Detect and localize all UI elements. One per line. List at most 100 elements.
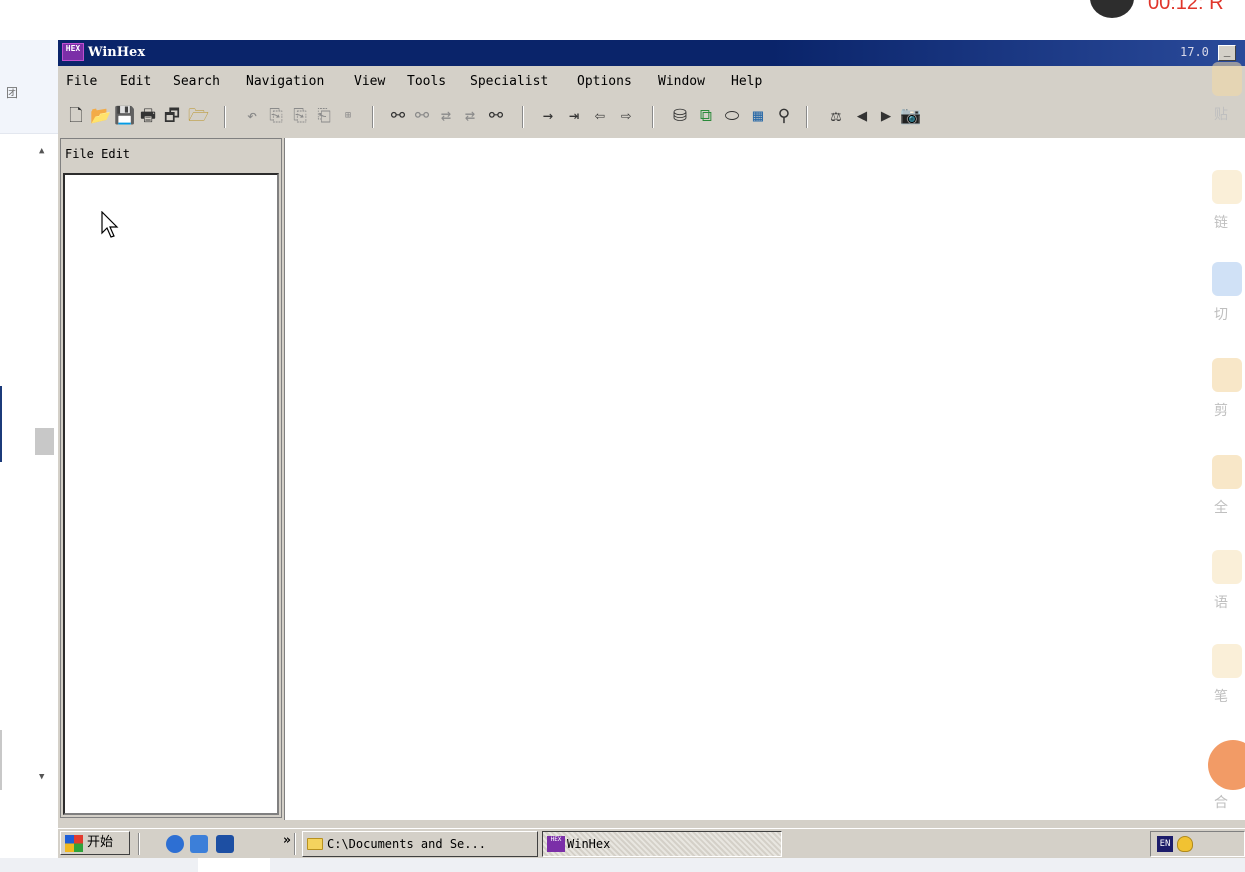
menu-options[interactable]: Options [577,74,632,89]
folder-icon [307,838,323,850]
task-explorer[interactable]: C:\Documents and Se... [302,831,538,857]
find-again-icon[interactable]: ⚯ [486,106,506,126]
title-bar[interactable]: HEX WinHex 17.0 _ [58,40,1245,66]
sidebar-item-fullscreen[interactable]: 全 [1206,455,1245,516]
task-winhex[interactable]: HEX WinHex [542,831,782,857]
goto-offset-icon[interactable]: → [538,106,558,126]
calculator-icon[interactable]: ▦ [748,106,768,126]
sidebar-item-paste[interactable]: 贴 [1206,62,1245,123]
scroll-down-icon[interactable]: ▼ [39,772,44,782]
ram-icon[interactable]: ⬭ [722,106,742,126]
host-scrollbar[interactable]: ▲ ▼ [33,140,58,792]
pane-header[interactable]: File Edit [65,147,130,161]
sidebar-item-switch[interactable]: 切 [1206,262,1245,323]
replace-hex-icon[interactable]: ⇄ [460,106,480,126]
open-disk-icon[interactable]: ⛁ [670,106,690,126]
switch-icon [1212,262,1242,296]
copy-icon[interactable]: ⎘ [290,106,310,126]
sidebar-item-label: 语 [1214,595,1228,611]
language-indicator[interactable]: EN [1157,836,1173,852]
pen-icon [1212,644,1242,678]
goto-page-icon[interactable]: ⇥ [564,106,584,126]
minimize-button[interactable]: _ [1218,45,1236,61]
toolbar-separator [806,106,808,128]
winhex-icon: HEX [547,836,565,852]
menu-tools[interactable]: Tools [407,74,446,89]
ie-icon[interactable] [166,835,184,853]
open-folder-icon[interactable]: 🗁 [188,106,209,126]
prev-icon[interactable]: ◀ [852,106,872,126]
sidebar-item-merge[interactable]: 合 [1206,750,1245,811]
scissors-icon [1212,358,1242,392]
workspace-area[interactable] [284,138,1245,820]
winhex-app-icon[interactable]: HEX [62,43,84,61]
sidebar-item-language[interactable]: 语 [1206,550,1245,611]
window-title: WinHex [88,45,146,60]
desktop-icon[interactable] [190,835,208,853]
security-shield-icon[interactable] [1177,836,1193,852]
menu-file[interactable]: File [66,74,97,89]
sidebar-item-label: 剪 [1214,403,1228,419]
paste-icon [1212,62,1242,96]
cut-icon[interactable]: ⎘ [266,106,286,126]
system-tray: EN [1150,831,1245,857]
scroll-up-icon[interactable]: ▲ [39,146,44,156]
toolbar-separator [224,106,226,128]
menu-search[interactable]: Search [173,74,220,89]
fullscreen-icon [1212,455,1242,489]
pane-content[interactable] [63,173,279,815]
properties-icon[interactable]: 🗗 [162,106,182,126]
menu-edit[interactable]: Edit [120,74,151,89]
toolbar-separator [522,106,524,128]
menu-view[interactable]: View [354,74,385,89]
replace-text-icon[interactable]: ⇄ [436,106,456,126]
find-text-icon[interactable]: ⚯ [388,106,408,126]
link-icon [1212,170,1242,204]
write-block-icon[interactable]: ⊞ [338,106,358,126]
print-icon[interactable]: 🖶 [138,106,158,126]
directory-browser-pane: File Edit [60,138,282,818]
open-icon[interactable]: 📂 [90,106,111,126]
sidebar-item-link[interactable]: 链 [1206,170,1245,231]
menu-specialist[interactable]: Specialist [470,74,548,89]
sidebar-item-cut[interactable]: 剪 [1206,358,1245,419]
back-icon[interactable]: ⇦ [590,106,610,126]
search-files-icon[interactable]: ⚲ [774,106,794,126]
camera-icon[interactable]: 📷 [900,106,921,126]
sidebar-item-label: 链 [1214,215,1228,231]
menu-help[interactable]: Help [731,74,762,89]
toolbar-separator [652,106,654,128]
clone-disk-icon[interactable]: ⧉ [696,106,716,126]
sidebar-item-pen[interactable]: 笔 [1206,644,1245,705]
app-shortcut-icon[interactable] [216,835,234,853]
sidebar-item-label: 全 [1214,500,1228,516]
paste-icon[interactable]: ⎗ [314,106,334,126]
taskbar-separator [138,833,140,855]
mouse-cursor-icon [101,211,119,238]
menu-window[interactable]: Window [658,74,705,89]
save-icon[interactable]: 💾 [114,106,135,126]
new-file-icon[interactable]: 🗋 [66,106,86,126]
task-label: WinHex [567,837,611,851]
next-icon[interactable]: ▶ [876,106,896,126]
scroll-thumb[interactable] [35,428,54,455]
recording-indicator-icon [1090,0,1134,18]
sidebar-item-label: 合 [1214,795,1228,811]
forward-icon[interactable]: ⇨ [616,106,636,126]
winhex-window: HEX WinHex 17.0 _ File Edit Search Navig… [58,40,1245,830]
recording-timer: 00:12: R [1148,0,1224,14]
menu-navigation[interactable]: Navigation [246,74,324,89]
undo-icon[interactable]: ↶ [242,106,262,126]
start-button[interactable]: 开始 [60,831,130,855]
host-divider [0,386,2,462]
quicklaunch-more-icon[interactable]: » [283,833,291,848]
compare-icon[interactable]: ⚖ [826,106,846,126]
taskbar: 开始 » C:\Documents and Se... HEX WinHex E… [58,828,1245,858]
windows-logo-icon [65,835,83,852]
host-bottom-tab[interactable] [198,858,270,872]
version-label: 17.0 [1180,45,1209,59]
taskbar-separator [294,833,296,855]
find-hex-icon[interactable]: ⚯ [412,106,432,126]
host-page-panel: 团 [0,40,58,134]
toolbar-separator [372,106,374,128]
